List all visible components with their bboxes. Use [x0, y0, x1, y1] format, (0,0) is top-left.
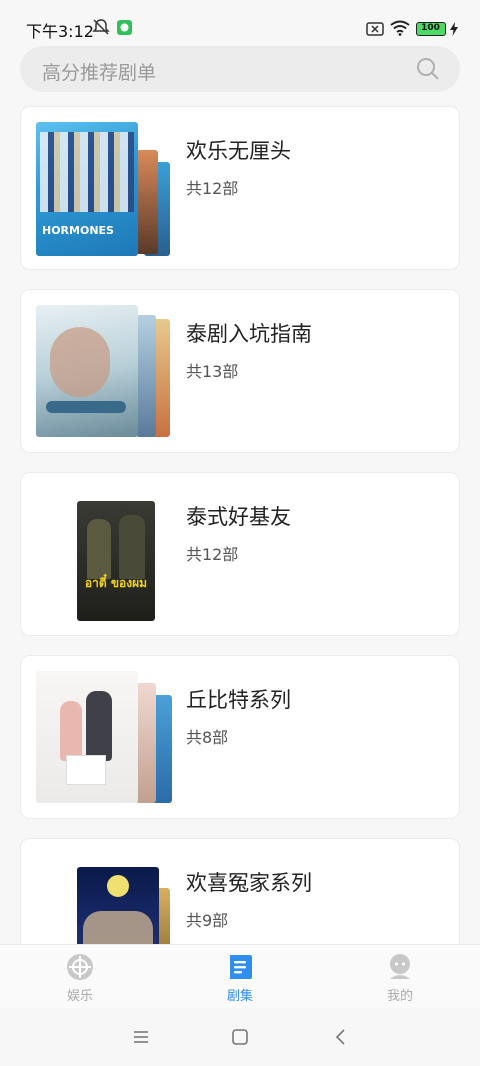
playlist-card[interactable]: อาตี๋ ของผม 泰式好基友 共12部	[20, 472, 460, 636]
bottom-nav: 娱乐 剧集 我的	[0, 944, 480, 1008]
playlist-card[interactable]: HORMONES 欢乐无厘头 共12部	[20, 106, 460, 270]
system-nav-bar	[0, 1008, 480, 1066]
battery-icon: 100	[416, 22, 446, 36]
status-time: 下午3:12	[26, 22, 94, 41]
playlist-icon	[226, 953, 254, 981]
compass-icon	[66, 953, 94, 981]
nav-item-profile[interactable]: 我的	[320, 945, 480, 1009]
nav-label: 剧集	[226, 989, 253, 1004]
nav-item-series[interactable]: 剧集	[160, 945, 320, 1009]
search-bar[interactable]: 高分推荐剧单	[20, 46, 460, 92]
poster-image: อาตี๋ ของผม	[77, 501, 155, 621]
playlist-count: 共8部	[186, 728, 229, 747]
playlist-cover[interactable]	[36, 671, 172, 805]
playlist-card[interactable]: 欢喜冤家系列 共9部	[20, 838, 460, 944]
poster-image	[136, 315, 156, 437]
poster-image	[36, 305, 138, 437]
poster-image	[136, 683, 156, 803]
sim-x-icon	[366, 21, 384, 40]
wifi-icon	[390, 20, 410, 40]
playlist-card[interactable]: 泰剧入坑指南 共13部	[20, 289, 460, 453]
nav-label: 娱乐	[66, 989, 93, 1004]
poster-title: อาตี๋ ของผม	[84, 576, 148, 590]
poster-image	[136, 150, 158, 254]
profile-icon	[386, 953, 414, 981]
poster-title: HORMONES	[42, 224, 114, 237]
playlist-title: 欢乐无厘头	[186, 139, 291, 163]
playlist-cover[interactable]: อาตี๋ ของผม	[36, 488, 172, 622]
playlist-cover[interactable]: HORMONES	[36, 122, 172, 256]
wechat-icon	[117, 20, 132, 39]
playlist-cover[interactable]	[36, 854, 172, 944]
poster-image	[36, 671, 138, 803]
playlist-list: HORMONES 欢乐无厘头 共12部 泰剧入坑指南 共13部 อาตี๋ ขอ…	[0, 106, 480, 944]
back-icon[interactable]	[332, 1028, 350, 1050]
poster-image	[77, 867, 159, 944]
nav-label: 我的	[386, 989, 413, 1004]
status-bar: 下午3:12 100	[0, 0, 480, 44]
playlist-count: 共9部	[186, 911, 229, 930]
playlist-title: 泰式好基友	[186, 505, 291, 529]
battery-level: 100	[421, 23, 440, 33]
playlist-count: 共13部	[186, 362, 239, 381]
playlist-title: 欢喜冤家系列	[186, 871, 312, 895]
menu-icon[interactable]	[132, 1028, 150, 1050]
playlist-count: 共12部	[186, 179, 239, 198]
bell-off-icon	[92, 18, 110, 40]
search-placeholder: 高分推荐剧单	[42, 62, 157, 84]
playlist-card[interactable]: 丘比特系列 共8部	[20, 655, 460, 819]
nav-item-entertainment[interactable]: 娱乐	[0, 945, 160, 1009]
home-icon[interactable]	[231, 1028, 249, 1050]
playlist-cover[interactable]	[36, 305, 172, 439]
playlist-title: 泰剧入坑指南	[186, 322, 312, 346]
poster-image: HORMONES	[36, 122, 138, 256]
charging-icon	[450, 21, 458, 40]
search-icon[interactable]	[416, 57, 440, 85]
playlist-title: 丘比特系列	[186, 688, 291, 712]
playlist-count: 共12部	[186, 545, 239, 564]
